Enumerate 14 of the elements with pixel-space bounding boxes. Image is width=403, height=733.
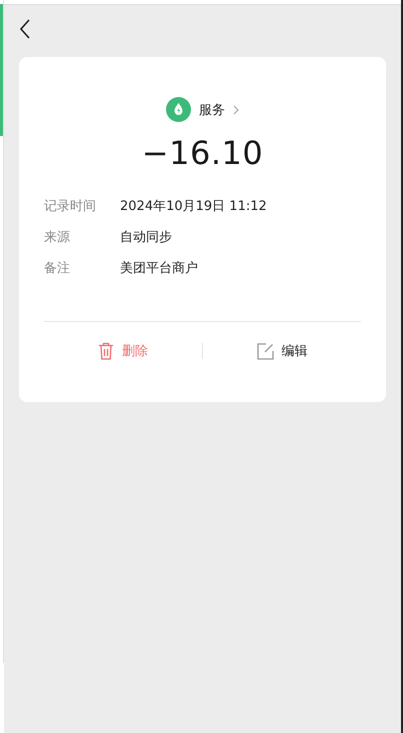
amount: −16.10: [140, 134, 264, 172]
detail-value: 美团平台商户: [120, 260, 198, 277]
detail-value: 自动同步: [120, 229, 172, 246]
edit-button[interactable]: 编辑: [203, 336, 361, 366]
back-icon[interactable]: [19, 18, 31, 38]
detail-label: 备注: [44, 260, 71, 277]
edit-icon: [256, 342, 274, 360]
category-link[interactable]: 服务: [199, 100, 225, 118]
chevron-right-icon: [233, 104, 239, 114]
trash-icon: [98, 342, 114, 360]
detail-label: 记录时间: [44, 198, 97, 215]
detail-label: 来源: [44, 229, 71, 246]
lightning-drop-icon: [166, 97, 191, 122]
detail-value: 2024年10月19日 11:12: [120, 198, 267, 215]
